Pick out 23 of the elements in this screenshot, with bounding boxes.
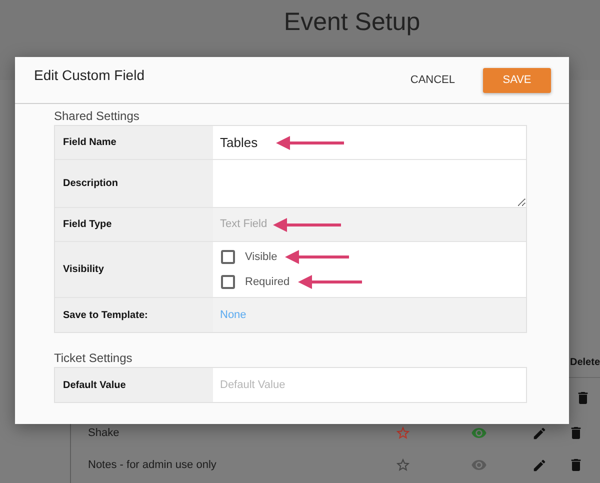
column-header: Delete xyxy=(570,356,600,370)
star-icon[interactable] xyxy=(395,425,411,441)
field-label: Description xyxy=(63,177,118,191)
field-type-value: Text Field xyxy=(220,217,268,232)
section-title: Shared Settings xyxy=(54,108,140,124)
row-name: Notes - for admin use only xyxy=(88,458,218,473)
checkbox-label: Visible xyxy=(245,250,278,264)
row-name: Shake xyxy=(88,426,120,441)
text-input[interactable]: Tables xyxy=(220,132,262,152)
edit-icon[interactable] xyxy=(532,458,547,472)
star-icon[interactable] xyxy=(395,457,411,473)
checkbox[interactable] xyxy=(221,275,235,290)
field-label: Save to Template: xyxy=(63,308,148,322)
edit-icon[interactable] xyxy=(532,426,547,440)
page-title: Event Setup xyxy=(284,7,420,38)
checkbox[interactable] xyxy=(221,250,235,264)
field-label: Field Name xyxy=(63,136,116,150)
section-title: Ticket Settings xyxy=(54,350,134,366)
dialog-title: Edit Custom Field xyxy=(34,66,144,85)
field-label: Visibility xyxy=(63,263,104,277)
cancel-button[interactable]: CANCEL xyxy=(410,72,455,88)
field-label: Field Type xyxy=(63,218,112,232)
checkbox-label: Required xyxy=(245,275,290,290)
